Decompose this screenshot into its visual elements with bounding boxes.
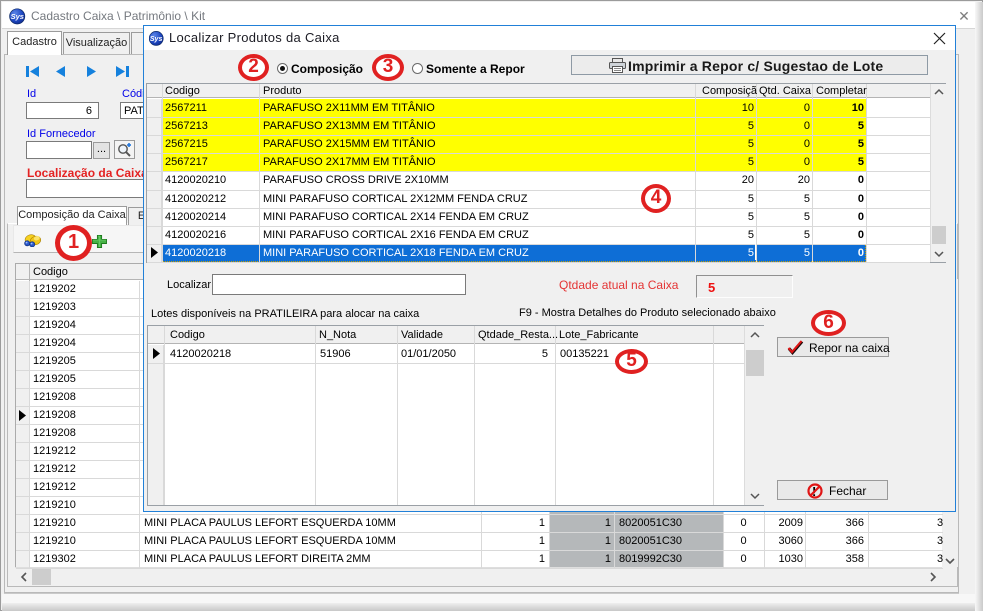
svg-text:Sys: Sys <box>11 12 24 21</box>
svg-text:Sys: Sys <box>150 36 163 43</box>
